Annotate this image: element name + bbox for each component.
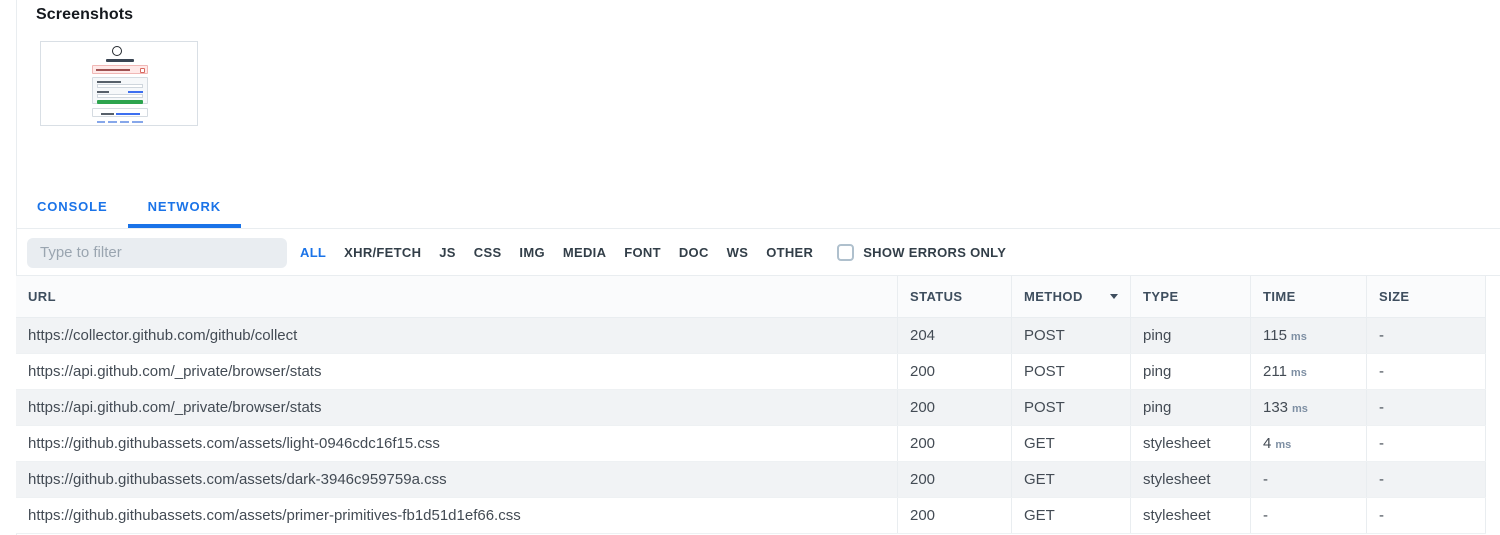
filter-media[interactable]: MEDIA [554,245,615,260]
screenshot-thumbnail[interactable] [40,41,198,126]
cell-method: POST [1011,318,1130,353]
thumb-signin-button [97,100,143,105]
thumb-username-label [97,81,121,83]
table-row[interactable]: https://api.github.com/_private/browser/… [16,354,1486,390]
cell-url: https://api.github.com/_private/browser/… [16,354,897,389]
column-header-status[interactable]: STATUS [897,276,1011,317]
cell-status: 200 [897,390,1011,425]
time-unit: ms [1291,328,1307,343]
column-header-time[interactable]: TIME [1250,276,1366,317]
cell-method: POST [1011,390,1130,425]
thumb-forgot-password-link [128,91,143,93]
column-header-type[interactable]: TYPE [1130,276,1250,317]
network-filter-bar: ALL XHR/FETCH JS CSS IMG MEDIA FONT DOC … [17,230,1500,276]
cell-url: https://api.github.com/_private/browser/… [16,390,897,425]
cell-method: GET [1011,426,1130,461]
cell-time: - [1250,462,1366,497]
thumb-error-close-icon [140,68,145,73]
cell-size: - [1366,354,1486,389]
cell-size: - [1366,462,1486,497]
cell-status: 204 [897,318,1011,353]
cell-time: 4ms [1250,426,1366,461]
thumb-signin-heading [106,59,134,62]
filter-img[interactable]: IMG [510,245,553,260]
show-errors-only-toggle[interactable]: SHOW ERRORS ONLY [837,244,1006,261]
column-header-method[interactable]: METHOD [1011,276,1130,317]
cell-time: 211ms [1250,354,1366,389]
github-logo-icon [112,46,122,56]
cell-time: 133ms [1250,390,1366,425]
tab-network-label: NETWORK [148,199,221,214]
cell-method: GET [1011,462,1130,497]
tab-network[interactable]: NETWORK [128,185,241,228]
table-header-row: URL STATUS METHOD TYPE TIME SIZE [16,276,1486,318]
cell-time: - [1250,498,1366,533]
thumb-password-input [97,94,143,98]
cell-type: stylesheet [1130,462,1250,497]
cell-type: ping [1130,354,1250,389]
cell-url: https://collector.github.com/github/coll… [16,318,897,353]
sort-arrow-icon[interactable] [1110,294,1118,299]
time-unit: ms [1291,364,1307,379]
cell-size: - [1366,318,1486,353]
thumb-signin-form [92,77,148,104]
cell-method: POST [1011,354,1130,389]
thumb-error-text [96,69,130,71]
cell-url: https://github.githubassets.com/assets/p… [16,498,897,533]
thumb-password-label [97,91,109,93]
show-errors-checkbox[interactable] [837,244,854,261]
filter-doc[interactable]: DOC [670,245,718,260]
filter-font[interactable]: FONT [615,245,670,260]
thumb-new-to-github-text [101,113,114,115]
filter-other[interactable]: OTHER [757,245,822,260]
cell-type: stylesheet [1130,498,1250,533]
devtools-tabs: CONSOLE NETWORK [17,185,1500,229]
filter-xhr-fetch[interactable]: XHR/FETCH [335,245,430,260]
thumb-footer-links [97,121,143,123]
filter-js[interactable]: JS [430,245,465,260]
cell-size: - [1366,498,1486,533]
tab-console-label: CONSOLE [37,199,108,214]
thumb-create-account-link [116,113,140,115]
network-table: URL STATUS METHOD TYPE TIME SIZE https:/… [16,276,1486,534]
table-row[interactable]: https://github.githubassets.com/assets/l… [16,426,1486,462]
cell-status: 200 [897,498,1011,533]
tab-console[interactable]: CONSOLE [17,185,128,228]
cell-status: 200 [897,462,1011,497]
type-filters: ALL XHR/FETCH JS CSS IMG MEDIA FONT DOC … [291,245,822,260]
cell-url: https://github.githubassets.com/assets/d… [16,462,897,497]
cell-type: stylesheet [1130,426,1250,461]
table-row[interactable]: https://github.githubassets.com/assets/d… [16,462,1486,498]
cell-size: - [1366,390,1486,425]
column-header-url[interactable]: URL [16,276,897,317]
thumb-create-account-box [92,108,148,117]
cell-status: 200 [897,354,1011,389]
time-unit: ms [1292,400,1308,415]
column-header-size[interactable]: SIZE [1366,276,1486,317]
cell-type: ping [1130,318,1250,353]
show-errors-label: SHOW ERRORS ONLY [863,245,1006,260]
screenshots-section-title: Screenshots [36,6,133,24]
filter-ws[interactable]: WS [718,245,758,260]
cell-method: GET [1011,498,1130,533]
filter-css[interactable]: CSS [465,245,511,260]
filter-input[interactable] [27,238,287,268]
cell-time: 115ms [1250,318,1366,353]
cell-status: 200 [897,426,1011,461]
time-unit: ms [1275,436,1291,451]
table-row[interactable]: https://api.github.com/_private/browser/… [16,390,1486,426]
cell-size: - [1366,426,1486,461]
cell-url: https://github.githubassets.com/assets/l… [16,426,897,461]
thumb-username-input [97,84,143,88]
thumb-error-banner [92,65,148,74]
cell-type: ping [1130,390,1250,425]
table-row[interactable]: https://github.githubassets.com/assets/p… [16,498,1486,534]
table-row[interactable]: https://collector.github.com/github/coll… [16,318,1486,354]
filter-all[interactable]: ALL [291,245,335,260]
